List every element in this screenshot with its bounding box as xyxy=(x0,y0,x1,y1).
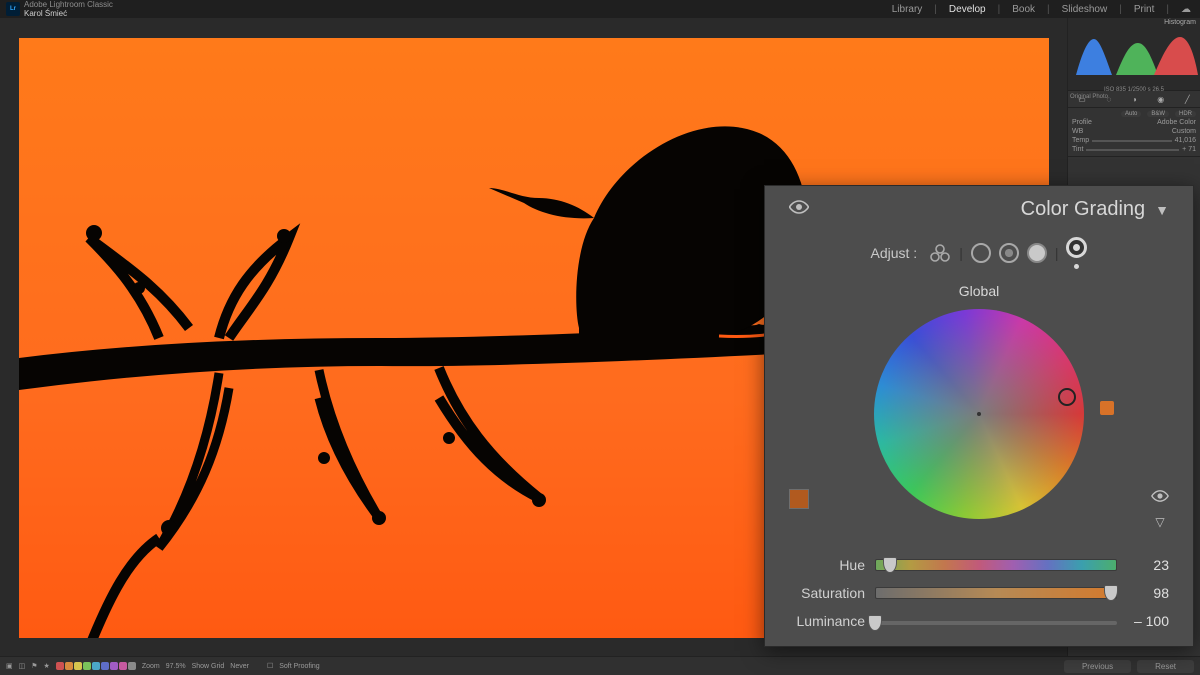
expand-icon[interactable]: ▽ xyxy=(1155,515,1164,529)
wheel-picker-handle[interactable] xyxy=(1058,388,1076,406)
highlights-wheel-icon[interactable] xyxy=(1027,243,1047,263)
hdr-button[interactable]: HDR xyxy=(1175,111,1196,117)
app-user: Karol Śmieć xyxy=(24,9,113,18)
three-way-icon[interactable] xyxy=(929,242,951,264)
bw-button[interactable]: B&W xyxy=(1147,111,1169,117)
luminance-thumb[interactable] xyxy=(868,615,882,631)
wheel-area: ▽ xyxy=(789,309,1169,549)
loupe-icon[interactable]: ▣ xyxy=(6,662,13,670)
color-wheel[interactable] xyxy=(874,309,1084,519)
visibility-toggle-icon[interactable] xyxy=(789,200,809,219)
histogram-title: Histogram xyxy=(1068,18,1200,27)
collapse-icon[interactable]: ▼ xyxy=(1155,202,1169,218)
histogram-panel[interactable]: Histogram ISO 835 1/2500 s 26.5 Original… xyxy=(1068,18,1200,91)
luminance-slider[interactable] xyxy=(875,621,1117,625)
saturation-slider-row: Saturation 98 xyxy=(789,579,1169,607)
tint-label: Tint xyxy=(1072,146,1083,153)
color-wheel-wrap xyxy=(874,309,1084,519)
wheel-selected-swatch xyxy=(1100,401,1114,415)
compare-icon[interactable]: ◫ xyxy=(19,662,26,670)
topbar: Lr Adobe Lightroom Classic Karol Śmieć L… xyxy=(0,0,1200,19)
cloud-icon[interactable]: ☁ xyxy=(1178,4,1194,15)
cg-title-text: Color Grading xyxy=(1021,198,1146,221)
luminance-slider-row: Luminance – 100 xyxy=(789,607,1169,635)
bottombar-left: ▣ ◫ ⚑ ★ Zoom 97.5% Show Grid Never ☐ Sof… xyxy=(6,662,320,670)
saturation-value[interactable]: 98 xyxy=(1127,585,1169,601)
cg-mode-label: Global xyxy=(789,283,1169,299)
module-switcher: Library| Develop| Book| Slideshow| Print… xyxy=(889,4,1194,15)
tint-slider[interactable] xyxy=(1086,149,1179,151)
histogram-original: Original Photo xyxy=(1068,94,1200,100)
cg-title: Color Grading ▼ xyxy=(1021,198,1169,221)
wheel-center-dot xyxy=(977,412,981,416)
basic-panel: Auto B&W HDR Profile Adobe Color WB Cust… xyxy=(1068,108,1200,157)
temp-label: Temp xyxy=(1072,137,1089,144)
soft-proofing-label[interactable]: Soft Proofing xyxy=(279,663,319,670)
saturation-thumb[interactable] xyxy=(1104,585,1118,601)
hue-slider-row: Hue 23 xyxy=(789,551,1169,579)
histogram-graph xyxy=(1068,27,1200,83)
profile-value[interactable]: Adobe Color xyxy=(1157,119,1196,126)
profile-label: Profile xyxy=(1072,119,1092,126)
flag-icon[interactable]: ⚑ xyxy=(31,662,37,670)
auto-button[interactable]: Auto xyxy=(1121,111,1141,117)
module-print[interactable]: Print xyxy=(1131,4,1158,15)
module-develop[interactable]: Develop xyxy=(946,4,989,15)
midtones-wheel-icon[interactable] xyxy=(999,243,1019,263)
hue-value[interactable]: 23 xyxy=(1127,557,1169,573)
module-slideshow[interactable]: Slideshow xyxy=(1059,4,1111,15)
saturation-slider[interactable] xyxy=(875,587,1117,599)
wb-label: WB xyxy=(1072,128,1083,135)
wb-value[interactable]: Custom xyxy=(1172,128,1196,135)
histogram-readout: ISO 835 1/2500 s 26.5 xyxy=(1068,86,1200,94)
cg-header: Color Grading ▼ xyxy=(789,198,1169,221)
temp-value: 41,016 xyxy=(1175,137,1196,144)
global-wheel-icon[interactable] xyxy=(1066,237,1087,269)
bottombar-right: Previous Reset xyxy=(1064,660,1194,673)
preview-eye-icon[interactable] xyxy=(1151,489,1169,505)
topbar-left: Lr Adobe Lightroom Classic Karol Śmieć xyxy=(6,0,113,18)
grid-label: Show Grid xyxy=(192,663,225,670)
module-library[interactable]: Library xyxy=(889,4,926,15)
hue-label: Hue xyxy=(789,557,865,573)
luminance-value[interactable]: – 100 xyxy=(1127,613,1169,629)
module-book[interactable]: Book xyxy=(1009,4,1038,15)
tint-value: + 71 xyxy=(1182,146,1196,153)
current-color-swatch[interactable] xyxy=(789,489,809,509)
wheel-side-actions: ▽ xyxy=(1151,489,1169,529)
hue-thumb[interactable] xyxy=(883,557,897,573)
shadows-wheel-icon[interactable] xyxy=(971,243,991,263)
temp-slider[interactable] xyxy=(1092,140,1171,142)
cg-adjust-row: Adjust : | | xyxy=(789,237,1169,269)
zoom-value[interactable]: 97.5% xyxy=(166,663,186,670)
app-root: Lr Adobe Lightroom Classic Karol Śmieć L… xyxy=(0,0,1200,675)
rating-icon[interactable]: ★ xyxy=(44,662,50,670)
luminance-label: Luminance xyxy=(789,613,865,629)
reset-button[interactable]: Reset xyxy=(1137,660,1194,673)
saturation-label: Saturation xyxy=(789,585,865,601)
grid-value[interactable]: Never xyxy=(230,663,249,670)
app-logo: Lr xyxy=(6,2,20,16)
cg-sliders: Hue 23 Saturation 98 Luminance – 100 xyxy=(789,551,1169,635)
app-product: Adobe Lightroom Classic xyxy=(24,0,113,9)
zoom-label: Zoom xyxy=(142,663,160,670)
previous-button[interactable]: Previous xyxy=(1064,660,1131,673)
color-label-swatches[interactable] xyxy=(56,662,136,670)
app-title-block: Adobe Lightroom Classic Karol Śmieć xyxy=(24,0,113,18)
bottombar: ▣ ◫ ⚑ ★ Zoom 97.5% Show Grid Never ☐ Sof… xyxy=(0,656,1200,675)
hue-slider[interactable] xyxy=(875,559,1117,571)
color-grading-panel: Color Grading ▼ Adjust : | | xyxy=(764,185,1194,647)
cg-adjust-label: Adjust : xyxy=(871,245,918,261)
